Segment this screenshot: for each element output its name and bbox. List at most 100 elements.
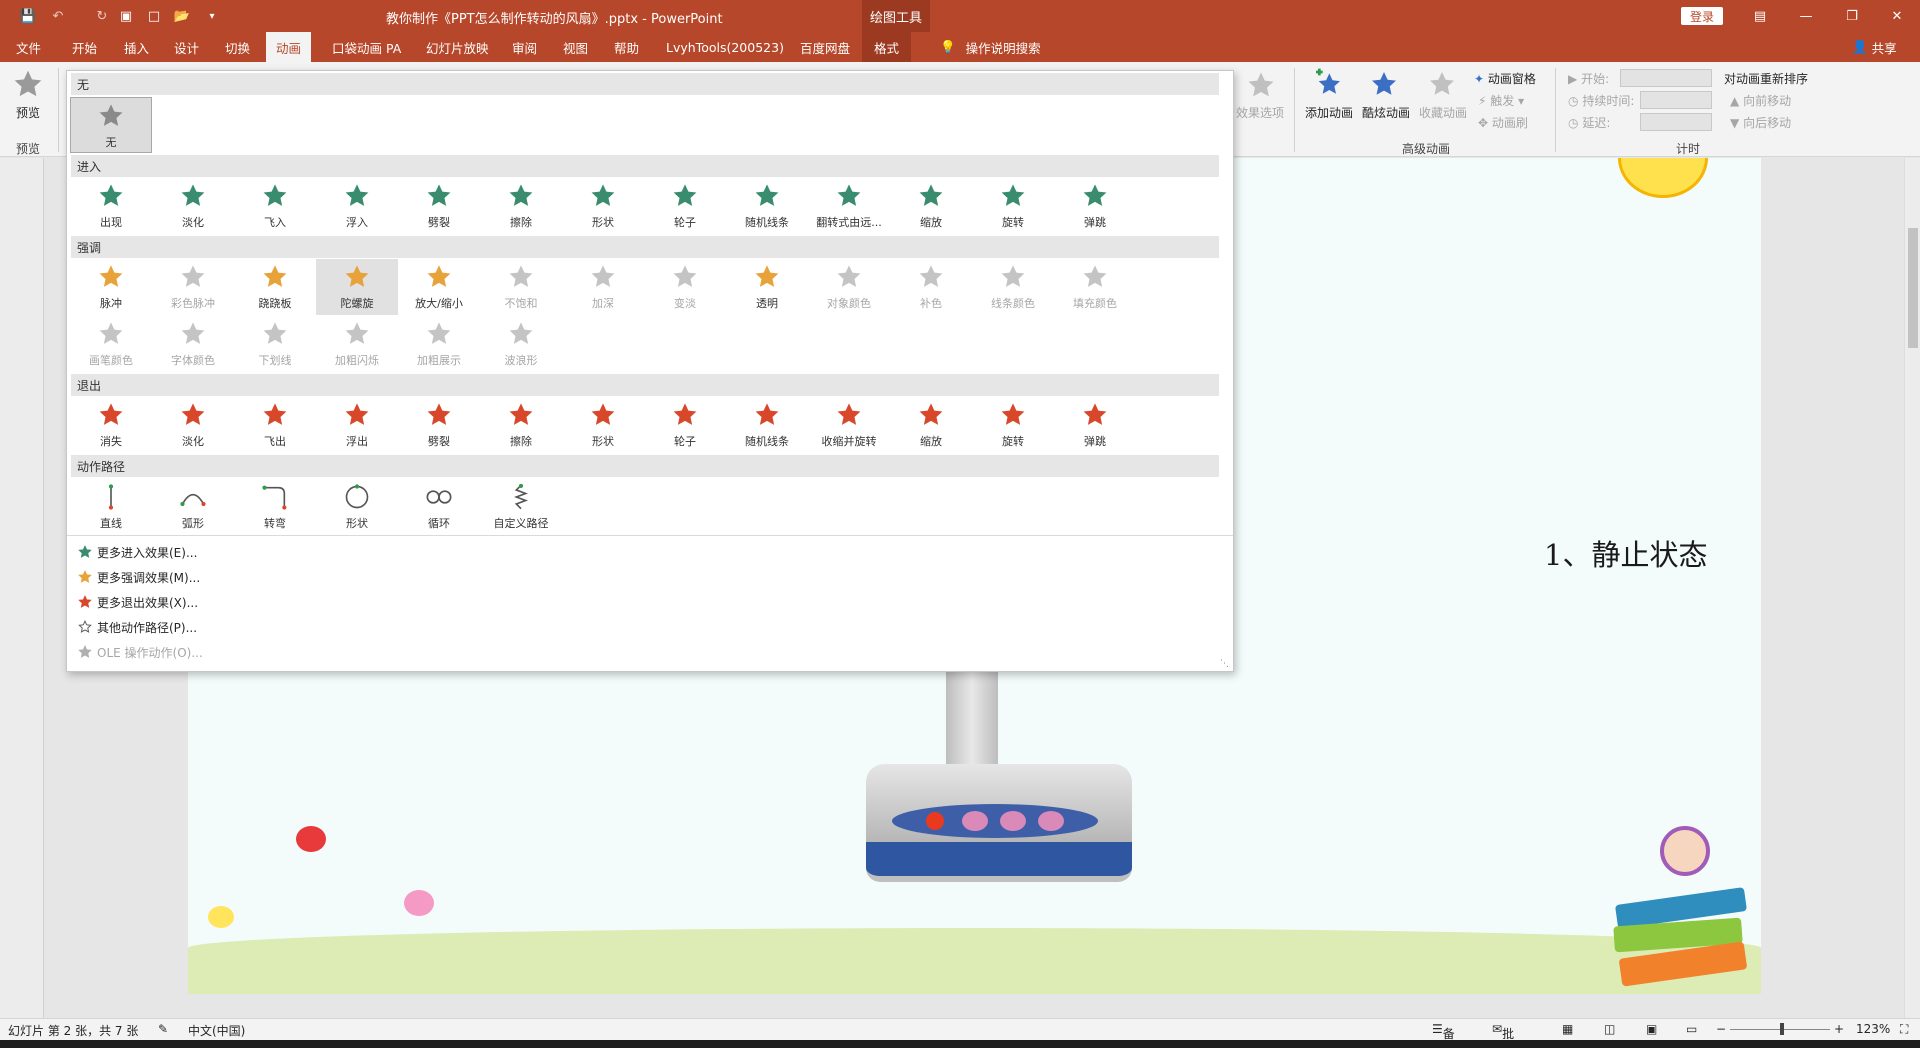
tab-file[interactable]: 文件 bbox=[16, 32, 41, 62]
more-effects-item[interactable]: 更多进入效果(E)... bbox=[73, 541, 197, 563]
tab-home[interactable]: 开始 bbox=[72, 32, 97, 62]
move-later-button[interactable]: ▼ 向后移动 bbox=[1730, 114, 1791, 131]
gallery-item-exit[interactable]: 缩放 bbox=[890, 397, 972, 453]
gallery-item-emphasis[interactable]: 下划线 bbox=[234, 316, 316, 372]
fan-off-button[interactable] bbox=[926, 812, 944, 830]
slide-sorter-icon[interactable]: ◫ bbox=[1604, 1022, 1615, 1036]
start-from-beginning-icon[interactable]: ▣ bbox=[116, 6, 136, 26]
gallery-item-emphasis[interactable]: 加粗闪烁 bbox=[316, 316, 398, 372]
tab-pocket-animation[interactable]: 口袋动画 PA bbox=[332, 32, 401, 62]
zoom-slider-handle[interactable] bbox=[1780, 1023, 1784, 1035]
more-effects-item[interactable]: 更多强调效果(M)... bbox=[73, 566, 200, 588]
resize-grip-icon[interactable]: ⋱ bbox=[1220, 659, 1229, 669]
fan-speed-3-button[interactable] bbox=[1038, 811, 1064, 831]
gallery-item-exit[interactable]: 淡化 bbox=[152, 397, 234, 453]
add-animation-label[interactable]: 添加动画 bbox=[1305, 104, 1353, 121]
login-button[interactable]: 登录 bbox=[1681, 7, 1723, 25]
normal-view-icon[interactable]: ▦ bbox=[1562, 1022, 1573, 1036]
comments-button[interactable]: ✉ 批注 bbox=[1492, 1022, 1514, 1048]
undo-icon[interactable]: ↶ bbox=[48, 6, 68, 26]
gallery-item-emphasis[interactable]: 透明 bbox=[726, 259, 808, 315]
gallery-item-exit[interactable]: 弹跳 bbox=[1054, 397, 1136, 453]
gallery-item-path[interactable]: 形状 bbox=[316, 479, 398, 535]
gallery-item-emphasis[interactable]: 加深 bbox=[562, 259, 644, 315]
gallery-item-exit[interactable]: 消失 bbox=[70, 397, 152, 453]
effect-options-label[interactable]: 效果选项 bbox=[1236, 104, 1284, 121]
tell-me-box[interactable]: 💡 操作说明搜索 bbox=[940, 32, 1041, 62]
spellcheck-icon[interactable]: ✎ bbox=[158, 1022, 168, 1036]
gallery-item-emphasis[interactable]: 线条颜色 bbox=[972, 259, 1054, 315]
thumbnail-pane[interactable] bbox=[0, 158, 44, 1018]
gallery-item-emphasis[interactable]: 填充颜色 bbox=[1054, 259, 1136, 315]
animation-pane-button[interactable]: ✦ 动画窗格 bbox=[1474, 70, 1536, 87]
scrollbar-thumb[interactable] bbox=[1908, 228, 1918, 348]
gallery-item-exit[interactable]: 擦除 bbox=[480, 397, 562, 453]
gallery-item-entrance[interactable]: 劈裂 bbox=[398, 178, 480, 234]
new-file-icon[interactable]: □ bbox=[144, 6, 164, 26]
gallery-item-emphasis[interactable]: 放大/缩小 bbox=[398, 259, 480, 315]
more-effects-item[interactable]: 其他动作路径(P)... bbox=[73, 616, 197, 638]
gallery-item-entrance[interactable]: 淡化 bbox=[152, 178, 234, 234]
duration-input[interactable] bbox=[1640, 91, 1712, 109]
cool-animation-label[interactable]: 酷炫动画 bbox=[1362, 104, 1410, 121]
tab-design[interactable]: 设计 bbox=[174, 32, 199, 62]
gallery-item-path[interactable]: 直线 bbox=[70, 479, 152, 535]
gallery-item-exit[interactable]: 随机线条 bbox=[726, 397, 808, 453]
notes-button[interactable]: ☰ 备注 bbox=[1432, 1022, 1455, 1048]
gallery-item-emphasis[interactable]: 波浪形 bbox=[480, 316, 562, 372]
customize-toolbar-icon[interactable]: ▾ bbox=[202, 6, 222, 26]
language-indicator[interactable]: 中文(中国) bbox=[188, 1022, 245, 1039]
restore-button[interactable]: ❐ bbox=[1829, 0, 1875, 32]
gallery-item-emphasis[interactable]: 画笔颜色 bbox=[70, 316, 152, 372]
gallery-item-entrance[interactable]: 飞入 bbox=[234, 178, 316, 234]
gallery-item-path[interactable]: 转弯 bbox=[234, 479, 316, 535]
save-icon[interactable]: 💾 bbox=[18, 6, 38, 26]
gallery-item-exit[interactable]: 浮出 bbox=[316, 397, 398, 453]
gallery-item-exit[interactable]: 旋转 bbox=[972, 397, 1054, 453]
zoom-out-icon[interactable]: − bbox=[1716, 1022, 1726, 1036]
gallery-item-path[interactable]: 自定义路径 bbox=[480, 479, 562, 535]
gallery-item-emphasis[interactable]: 陀螺旋 bbox=[316, 259, 398, 315]
gallery-item-emphasis[interactable]: 彩色脉冲 bbox=[152, 259, 234, 315]
open-folder-icon[interactable]: 📂 bbox=[172, 6, 192, 26]
close-button[interactable]: ✕ bbox=[1874, 0, 1920, 32]
gallery-item-emphasis[interactable]: 跷跷板 bbox=[234, 259, 316, 315]
fan-base[interactable] bbox=[866, 764, 1132, 904]
redo-icon[interactable]: ↻ bbox=[92, 6, 112, 26]
gallery-item-path[interactable]: 循环 bbox=[398, 479, 480, 535]
gallery-item-entrance[interactable]: 旋转 bbox=[972, 178, 1054, 234]
more-effects-item[interactable]: 更多退出效果(X)... bbox=[73, 591, 198, 613]
gallery-item-exit[interactable]: 形状 bbox=[562, 397, 644, 453]
trigger-button[interactable]: ⚡ 触发 ▾ bbox=[1478, 92, 1524, 109]
share-button[interactable]: 👤 共享 bbox=[1852, 32, 1897, 62]
gallery-item-entrance[interactable]: 出现 bbox=[70, 178, 152, 234]
tab-view[interactable]: 视图 bbox=[563, 32, 588, 62]
favorite-animation-label[interactable]: 收藏动画 bbox=[1419, 104, 1467, 121]
tab-lvyhtools[interactable]: LvyhTools(200523) bbox=[666, 32, 784, 62]
preview-star-icon[interactable] bbox=[12, 68, 44, 100]
fan-speed-1-button[interactable] bbox=[962, 811, 988, 831]
tab-slide-show[interactable]: 幻灯片放映 bbox=[426, 32, 489, 62]
fit-to-window-icon[interactable]: ⛶ bbox=[1900, 1022, 1908, 1037]
slideshow-view-icon[interactable]: ▭ bbox=[1686, 1022, 1697, 1036]
gallery-item-exit[interactable]: 轮子 bbox=[644, 397, 726, 453]
gallery-item-emphasis[interactable]: 脉冲 bbox=[70, 259, 152, 315]
tab-review[interactable]: 审阅 bbox=[512, 32, 537, 62]
fan-speed-2-button[interactable] bbox=[1000, 811, 1026, 831]
minimize-button[interactable]: — bbox=[1783, 0, 1829, 32]
move-earlier-button[interactable]: ▲ 向前移动 bbox=[1730, 92, 1791, 109]
gallery-item-entrance[interactable]: 轮子 bbox=[644, 178, 726, 234]
zoom-in-icon[interactable]: + bbox=[1834, 1022, 1844, 1036]
gallery-item-exit[interactable]: 收缩并旋转 bbox=[808, 397, 890, 453]
gallery-item-emphasis[interactable]: 补色 bbox=[890, 259, 972, 315]
gallery-item-entrance[interactable]: 擦除 bbox=[480, 178, 562, 234]
gallery-item-entrance[interactable]: 缩放 bbox=[890, 178, 972, 234]
tab-animations[interactable]: 动画 bbox=[266, 32, 312, 62]
tab-transitions[interactable]: 切换 bbox=[225, 32, 250, 62]
gallery-item-entrance[interactable]: 浮入 bbox=[316, 178, 398, 234]
add-animation-icon[interactable] bbox=[1312, 68, 1344, 100]
gallery-item-path[interactable]: 弧形 bbox=[152, 479, 234, 535]
animation-brush-button[interactable]: ✥ 动画刷 bbox=[1478, 114, 1528, 131]
gallery-item-emphasis[interactable]: 加粗展示 bbox=[398, 316, 480, 372]
gallery-item-emphasis[interactable]: 变淡 bbox=[644, 259, 726, 315]
